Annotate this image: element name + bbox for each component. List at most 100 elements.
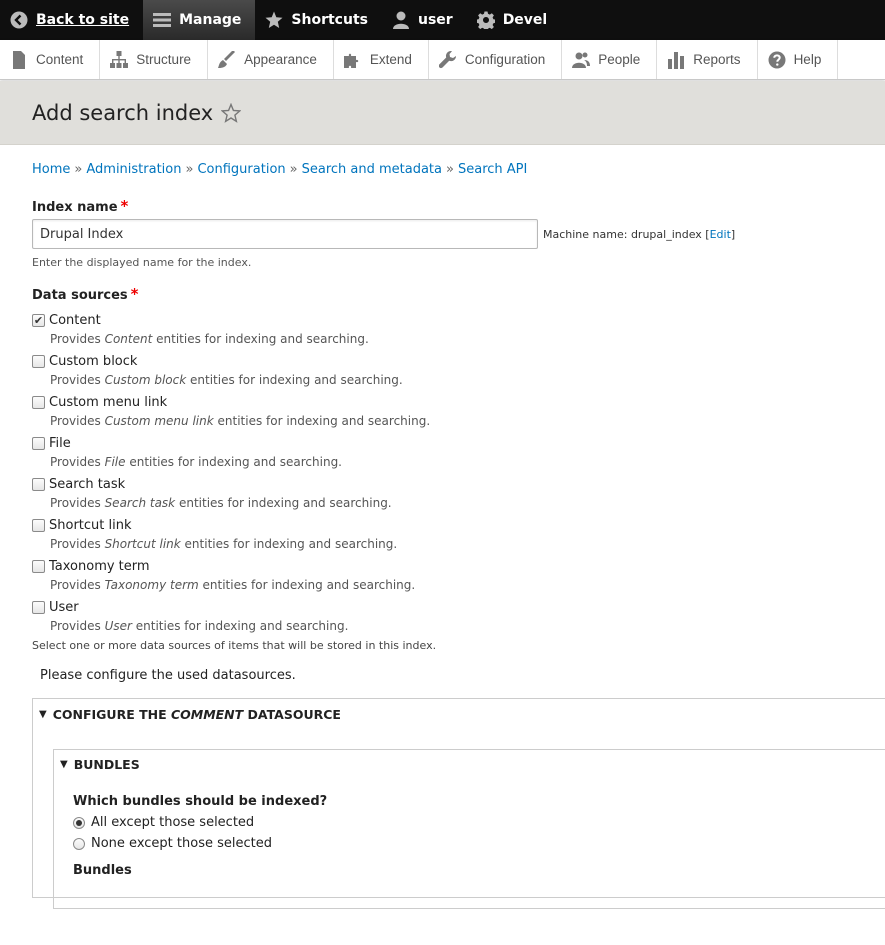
radio-none-except[interactable]: None except those selected bbox=[73, 836, 885, 851]
toolbar-devel[interactable]: Devel bbox=[467, 0, 562, 40]
star-icon bbox=[265, 11, 283, 29]
radio-button[interactable] bbox=[73, 837, 85, 850]
checkmark-icon: ✔ bbox=[33, 313, 44, 327]
data-source-item: Custom block Provides Custom block entiti… bbox=[32, 352, 885, 387]
tray-item-people[interactable]: People bbox=[562, 40, 658, 79]
summary-suffix: DATASOURCE bbox=[247, 706, 341, 722]
main-content: Home» Administration» Configuration» Search… bbox=[0, 162, 885, 909]
desc-entity: Taxonomy term bbox=[104, 578, 199, 592]
configure-note: Please configure the used datasources. bbox=[40, 668, 296, 683]
index-name-field: Index name* Machine name: drupal_index [… bbox=[32, 197, 885, 269]
toolbar-back-to-site[interactable]: Back to site bbox=[0, 0, 143, 40]
desc-suffix: entities for indexing and searching. bbox=[217, 414, 431, 428]
desc-suffix: entities for indexing and searching. bbox=[190, 373, 403, 387]
tray-item-structure[interactable]: Structure bbox=[100, 40, 209, 79]
data-source-label: Custom block bbox=[49, 353, 138, 369]
toolbar-item-label: user bbox=[417, 12, 453, 28]
tray-item-appearance[interactable]: Appearance bbox=[208, 40, 334, 79]
checkbox[interactable] bbox=[32, 518, 45, 532]
breadcrumb-administration[interactable]: Administration bbox=[86, 162, 181, 177]
bundles-label: Bundles bbox=[73, 863, 132, 878]
breadcrumb: Home» Administration» Configuration» Search… bbox=[32, 162, 885, 177]
bundles-summary[interactable]: ▼ BUNDLES bbox=[54, 750, 885, 778]
toolbar-user[interactable]: user bbox=[382, 0, 467, 40]
tray-item-label: Help bbox=[793, 52, 822, 67]
desc-suffix: entities for indexing and searching. bbox=[129, 455, 342, 469]
checkbox[interactable] bbox=[32, 477, 45, 491]
breadcrumb-separator: » bbox=[446, 162, 454, 177]
desc-prefix: Provides bbox=[50, 373, 101, 387]
radio-all-except[interactable]: All except those selected bbox=[73, 815, 885, 830]
data-sources-list: ✔ Content Provides Content entities for in… bbox=[32, 311, 885, 633]
data-source-row[interactable]: Custom block bbox=[32, 352, 885, 370]
tray-item-label: Structure bbox=[136, 52, 192, 67]
toolbar-manage[interactable]: Manage bbox=[143, 0, 256, 40]
data-source-description: Provides Custom menu link entities for i… bbox=[50, 414, 885, 428]
tray-item-label: Reports bbox=[693, 52, 741, 67]
configure-datasource-summary[interactable]: ▼ CONFIGURE THE COMMENT DATASOURCE bbox=[33, 699, 885, 729]
data-source-item: Taxonomy term Provides Taxonomy term enti… bbox=[32, 557, 885, 592]
data-source-label: Content bbox=[49, 312, 101, 328]
data-source-row[interactable]: ✔ Content bbox=[32, 311, 885, 329]
desc-entity: Shortcut link bbox=[104, 537, 181, 551]
data-source-row[interactable]: User bbox=[32, 598, 885, 616]
radio-label: All except those selected bbox=[91, 815, 255, 830]
breadcrumb-configuration[interactable]: Configuration bbox=[197, 162, 285, 177]
checkbox[interactable] bbox=[32, 600, 45, 614]
breadcrumb-search-and-metadata[interactable]: Search and metadata bbox=[302, 162, 442, 177]
desc-prefix: Provides bbox=[50, 537, 101, 551]
back-icon bbox=[10, 11, 28, 29]
data-source-row[interactable]: File bbox=[32, 434, 885, 452]
checkbox-checked[interactable]: ✔ bbox=[32, 313, 45, 327]
data-source-label: Custom menu link bbox=[49, 394, 168, 410]
machine-name-edit-link[interactable]: Edit bbox=[710, 228, 731, 241]
shortcut-star-icon[interactable] bbox=[221, 102, 242, 123]
admin-menu-tray: Content Structure Appearance Extend Conf… bbox=[0, 40, 885, 80]
summary-datasource-name: COMMENT bbox=[170, 706, 244, 722]
toolbar-item-label: Shortcuts bbox=[291, 12, 368, 28]
data-source-row[interactable]: Custom menu link bbox=[32, 393, 885, 411]
data-source-row[interactable]: Search task bbox=[32, 475, 885, 493]
breadcrumb-home[interactable]: Home bbox=[32, 162, 70, 177]
triangle-down-icon: ▼ bbox=[60, 758, 68, 770]
radio-button[interactable] bbox=[73, 816, 85, 829]
breadcrumb-search-api[interactable]: Search API bbox=[458, 162, 527, 177]
checkbox[interactable] bbox=[32, 559, 45, 573]
data-source-description: Provides File entities for indexing and … bbox=[50, 455, 885, 469]
data-source-description: Provides Taxonomy term entities for inde… bbox=[50, 578, 885, 592]
data-source-label: Taxonomy term bbox=[49, 558, 150, 574]
machine-name-text: Machine name: drupal_index bbox=[543, 227, 702, 241]
tray-item-extend[interactable]: Extend bbox=[334, 40, 429, 79]
tray-item-label: People bbox=[598, 52, 641, 67]
checkbox[interactable] bbox=[32, 395, 45, 409]
checkbox[interactable] bbox=[32, 354, 45, 368]
data-source-item: Shortcut link Provides Shortcut link enti… bbox=[32, 516, 885, 551]
desc-suffix: entities for indexing and searching. bbox=[178, 496, 392, 510]
desc-entity: File bbox=[104, 455, 126, 469]
required-marker: * bbox=[120, 197, 129, 215]
index-name-label-wrap: Index name * bbox=[32, 197, 885, 215]
data-source-row[interactable]: Shortcut link bbox=[32, 516, 885, 534]
data-source-label: Shortcut link bbox=[49, 517, 132, 533]
data-source-label: File bbox=[49, 435, 71, 451]
checkbox[interactable] bbox=[32, 436, 45, 450]
sitemap-icon bbox=[110, 50, 129, 68]
desc-prefix: Provides bbox=[50, 414, 101, 428]
page-header: Add search index bbox=[0, 81, 885, 145]
index-name-input[interactable] bbox=[32, 219, 538, 249]
tray-item-content[interactable]: Content bbox=[0, 40, 101, 79]
toolbar-shortcuts[interactable]: Shortcuts bbox=[255, 0, 382, 40]
user-icon bbox=[392, 11, 410, 29]
tray-item-configuration[interactable]: Configuration bbox=[429, 40, 563, 79]
data-source-description: Provides Shortcut link entities for inde… bbox=[50, 537, 885, 551]
data-sources-label-wrap: Data sources * bbox=[32, 285, 885, 303]
desc-suffix: entities for indexing and searching. bbox=[184, 537, 398, 551]
data-source-row[interactable]: Taxonomy term bbox=[32, 557, 885, 575]
bar-chart-icon bbox=[668, 51, 685, 69]
desc-entity: Custom menu link bbox=[104, 414, 214, 428]
breadcrumb-separator: » bbox=[185, 162, 194, 177]
data-sources-label: Data sources bbox=[32, 288, 128, 303]
tray-item-help[interactable]: Help bbox=[758, 40, 839, 79]
bundles-question: Which bundles should be indexed? bbox=[73, 794, 328, 809]
tray-item-reports[interactable]: Reports bbox=[657, 40, 758, 79]
